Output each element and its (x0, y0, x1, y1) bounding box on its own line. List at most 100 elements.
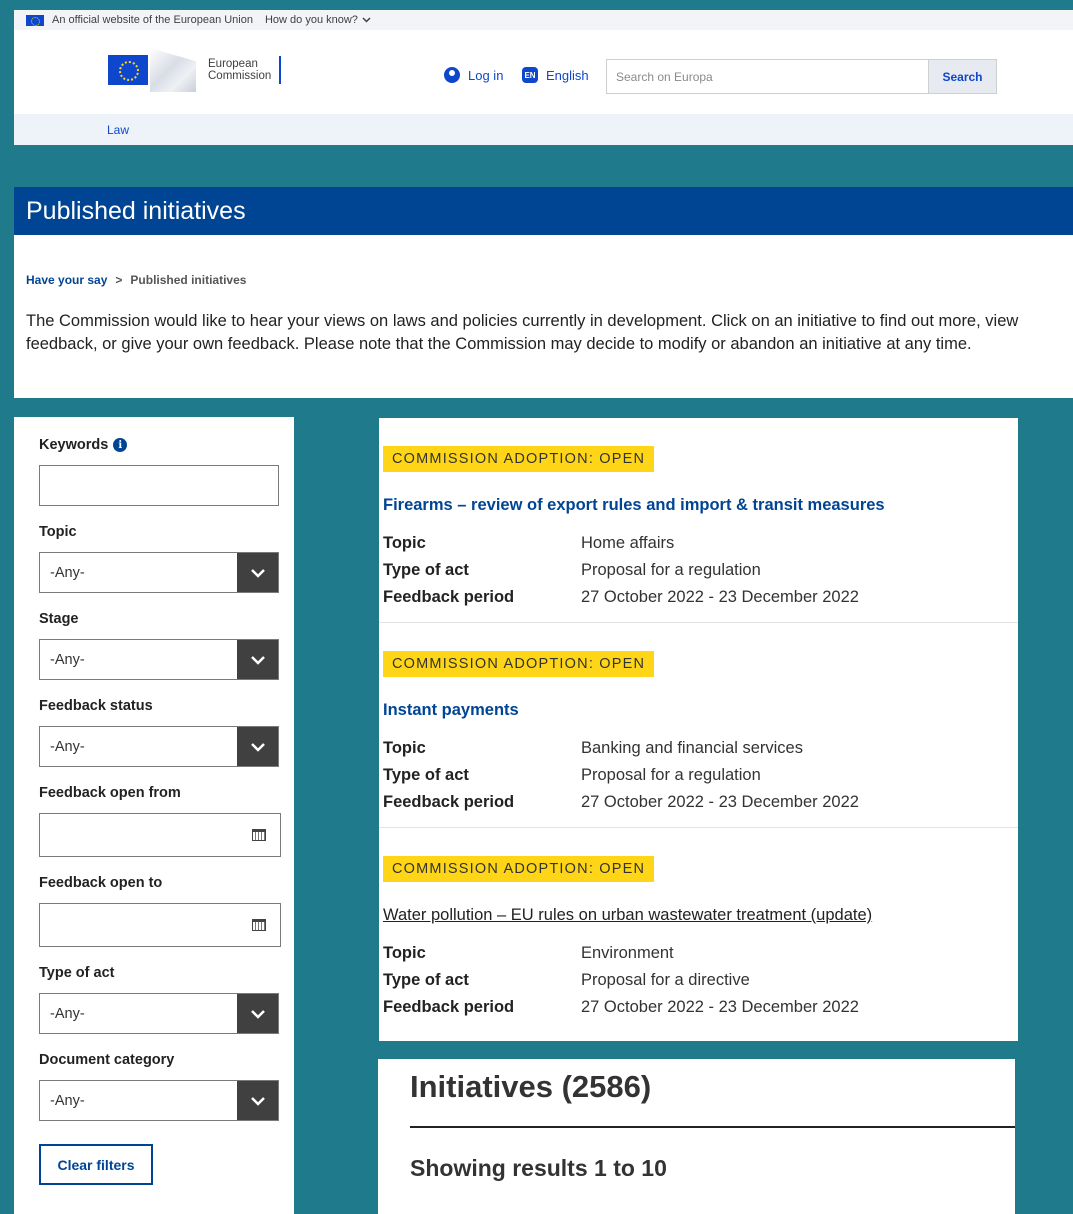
site-nav: Law (14, 114, 1073, 145)
logo-divider (279, 56, 282, 84)
breadcrumb-current: Published initiatives (130, 273, 247, 287)
initiative-meta: Topic Home affairs Type of act Proposal fo… (383, 530, 859, 611)
filters-panel: Keywords i Topic -Any- Stage -Any- Feedb… (14, 417, 294, 1214)
feedback-status-select[interactable]: -Any- (39, 726, 279, 767)
meta-topic-label: Topic (383, 739, 426, 757)
keywords-label-text: Keywords (39, 437, 109, 453)
breadcrumb-home[interactable]: Have your say (26, 273, 107, 287)
meta-type-label: Type of act (383, 561, 469, 579)
chevron-down-icon (237, 640, 278, 679)
breadcrumb-separator: > (115, 273, 123, 287)
language-label: English (546, 67, 589, 83)
logo-line-1: European (208, 58, 258, 70)
logo-line-2: Commission (208, 70, 272, 82)
official-eu-banner: An official website of the European Unio… (14, 10, 1073, 30)
feedback-open-from-label: Feedback open from (39, 785, 181, 801)
official-site-text: An official website of the European Unio… (52, 14, 253, 26)
type-of-act-label: Type of act (39, 965, 115, 981)
page-title: Published initiatives (26, 196, 246, 225)
european-commission-logo[interactable]: European Commission (108, 48, 282, 92)
intro-text: The Commission would like to hear your v… (26, 312, 1019, 353)
list-item: COMMISSION ADOPTION: OPEN Instant paymen… (379, 623, 1018, 828)
info-icon[interactable]: i (113, 438, 128, 452)
status-badge: COMMISSION ADOPTION: OPEN (383, 856, 655, 882)
stage-label: Stage (39, 611, 79, 627)
meta-type-value: Proposal for a regulation (581, 766, 761, 784)
meta-period-value: 27 October 2022 - 23 December 2022 (581, 998, 859, 1016)
site-header: European Commission Log in EN English Se… (14, 30, 1073, 114)
stage-select[interactable]: -Any- (39, 639, 279, 680)
feedback-open-to-input[interactable] (39, 903, 281, 947)
meta-period-value: 27 October 2022 - 23 December 2022 (581, 793, 859, 811)
page-intro: Have your say > Published initiatives Th… (14, 235, 1073, 398)
language-selector[interactable]: EN English (522, 67, 589, 83)
initiatives-count-heading: Initiatives (2586) (410, 1069, 652, 1104)
initiative-meta: Topic Environment Type of act Proposal for… (383, 940, 859, 1021)
feedback-status-select-value: -Any- (50, 738, 85, 755)
list-item: COMMISSION ADOPTION: OPEN Water pollutio… (379, 828, 1018, 1033)
meta-type-value: Proposal for a directive (581, 971, 750, 989)
nav-item-law[interactable]: Law (107, 123, 129, 137)
eu-flag-icon (26, 14, 44, 26)
berlaymont-icon (150, 48, 196, 92)
how-do-you-know-toggle[interactable]: How do you know? (265, 14, 371, 26)
user-icon (444, 67, 460, 83)
type-of-act-select-value: -Any- (50, 1005, 85, 1022)
initiative-title-link[interactable]: Firearms – review of export rules and im… (383, 496, 885, 515)
stage-select-value: -Any- (50, 651, 85, 668)
meta-period-label: Feedback period (383, 588, 515, 606)
meta-topic-value: Banking and financial services (581, 739, 803, 757)
feedback-open-from-input[interactable] (39, 813, 281, 857)
chevron-down-icon (237, 727, 278, 766)
type-of-act-select[interactable]: -Any- (39, 993, 279, 1034)
calendar-icon[interactable] (252, 919, 266, 931)
meta-period-label: Feedback period (383, 998, 515, 1016)
logo-text: European Commission (208, 58, 271, 82)
breadcrumb: Have your say > Published initiatives (26, 273, 1061, 287)
page-title-bar: Published initiatives (14, 187, 1073, 235)
meta-period-label: Feedback period (383, 793, 515, 811)
meta-topic-value: Home affairs (581, 534, 675, 552)
search-input[interactable] (607, 60, 928, 93)
language-icon: EN (522, 67, 538, 83)
feedback-status-label: Feedback status (39, 698, 153, 714)
initiative-meta: Topic Banking and financial services Type… (383, 735, 859, 816)
feedback-open-to-label: Feedback open to (39, 875, 163, 891)
showing-results-text: Showing results 1 to 10 (410, 1155, 667, 1181)
initiative-title-link[interactable]: Instant payments (383, 701, 519, 720)
topic-select-value: -Any- (50, 564, 85, 581)
login-link[interactable]: Log in (444, 67, 503, 83)
results-summary: Initiatives (2586) Showing results 1 to … (378, 1059, 1015, 1214)
list-item: COMMISSION ADOPTION: OPEN Firearms – rev… (379, 418, 1018, 623)
status-badge: COMMISSION ADOPTION: OPEN (383, 651, 655, 677)
topic-label: Topic (39, 524, 77, 540)
meta-topic-value: Environment (581, 944, 674, 962)
status-badge: COMMISSION ADOPTION: OPEN (383, 446, 655, 472)
results-list: COMMISSION ADOPTION: OPEN Firearms – rev… (379, 418, 1018, 1041)
meta-topic-label: Topic (383, 944, 426, 962)
keywords-input[interactable] (39, 465, 279, 506)
document-category-select[interactable]: -Any- (39, 1080, 279, 1121)
meta-period-value: 27 October 2022 - 23 December 2022 (581, 588, 859, 606)
keywords-label: Keywords i (39, 437, 294, 453)
clear-filters-button[interactable]: Clear filters (39, 1144, 153, 1185)
site-search: Search (606, 59, 997, 94)
chevron-down-icon (237, 553, 278, 592)
document-category-label: Document category (39, 1052, 175, 1068)
chevron-down-icon (237, 1081, 278, 1120)
document-category-select-value: -Any- (50, 1092, 85, 1109)
login-label: Log in (468, 67, 504, 83)
chevron-down-icon (237, 994, 278, 1033)
meta-type-label: Type of act (383, 971, 469, 989)
meta-type-value: Proposal for a regulation (581, 561, 761, 579)
meta-topic-label: Topic (383, 534, 426, 552)
eu-flag-icon (108, 55, 148, 85)
search-button[interactable]: Search (928, 60, 996, 93)
topic-select[interactable]: -Any- (39, 552, 279, 593)
how-do-you-know-label: How do you know? (264, 14, 358, 26)
divider (410, 1126, 1015, 1128)
meta-type-label: Type of act (383, 766, 469, 784)
chevron-down-icon (362, 17, 371, 23)
calendar-icon[interactable] (252, 829, 266, 841)
initiative-title-link[interactable]: Water pollution – EU rules on urban wast… (383, 906, 872, 925)
